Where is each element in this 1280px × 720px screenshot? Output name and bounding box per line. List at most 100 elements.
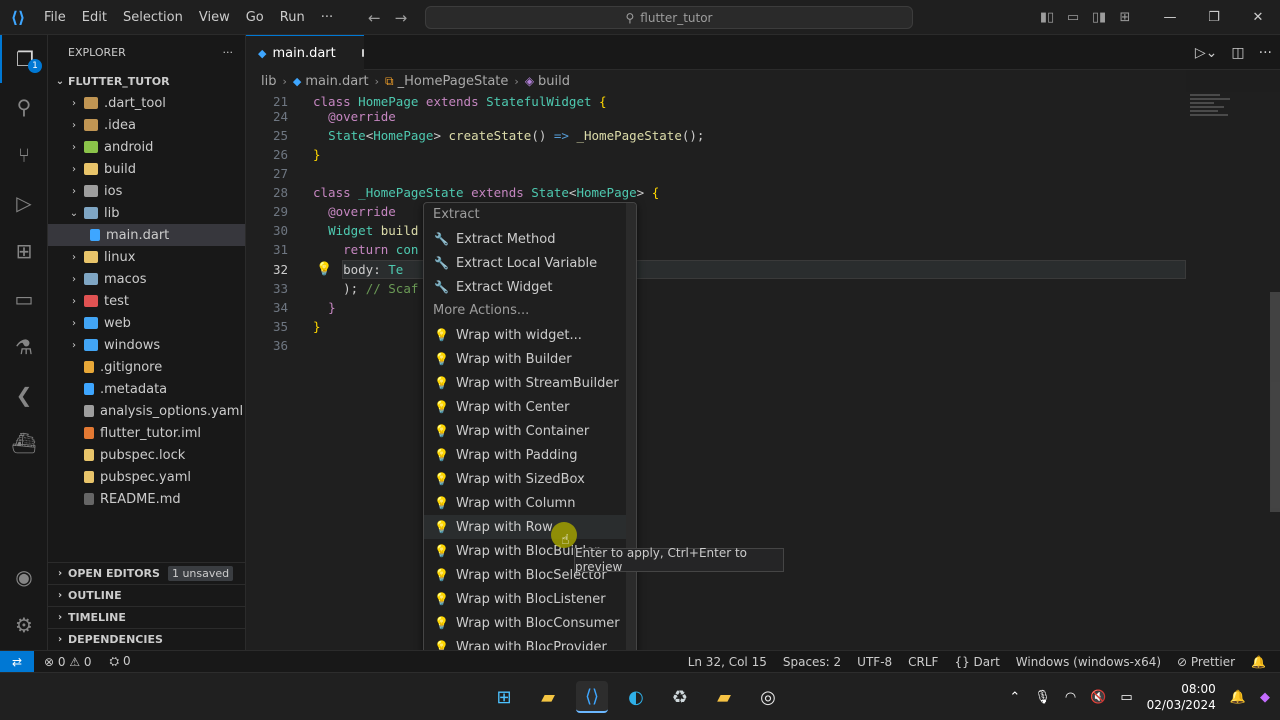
wrap-action-item[interactable]: 💡 Wrap with BlocConsumer <box>424 611 636 635</box>
folder-item[interactable]: › test <box>48 290 245 312</box>
docker-icon[interactable]: ⛴ <box>0 419 48 467</box>
outline-section[interactable]: › OUTLINE <box>48 584 246 606</box>
tab-main-dart[interactable]: ◆ main.dart <box>246 35 364 70</box>
edge-browser-icon[interactable]: ◐ <box>620 681 652 713</box>
target-platform[interactable]: Windows (windows-x64) <box>1016 655 1161 669</box>
file-item[interactable]: pubspec.yaml <box>48 466 245 488</box>
file-item[interactable]: .gitignore <box>48 356 245 378</box>
explorer-icon[interactable]: ❐ 1 <box>0 35 48 83</box>
extract-action-item[interactable]: 🔧 Extract Method <box>424 227 636 251</box>
settings-gear-icon[interactable]: ⚙ <box>0 601 48 649</box>
folder-item[interactable]: › .idea <box>48 114 245 136</box>
menu-item[interactable]: ··· <box>313 0 341 35</box>
encoding[interactable]: UTF-8 <box>857 655 892 669</box>
folder-app-icon[interactable]: ▰ <box>708 681 740 713</box>
accounts-icon[interactable]: ◉ <box>0 553 48 601</box>
folder-item[interactable]: › android <box>48 136 245 158</box>
toggle-secondary-sidebar-icon[interactable]: ▯▮ <box>1086 0 1112 35</box>
remote-explorer-icon[interactable]: ▭ <box>0 275 48 323</box>
forward-arrow-icon[interactable]: → <box>395 9 408 27</box>
wrap-action-item[interactable]: 💡 Wrap with Center <box>424 395 636 419</box>
remote-indicator-icon[interactable]: ⇄ <box>0 650 34 673</box>
file-item[interactable]: analysis_options.yaml <box>48 400 245 422</box>
flutter-icon[interactable]: ❮ <box>0 371 48 419</box>
file-item[interactable]: .metadata <box>48 378 245 400</box>
menu-item[interactable]: Run <box>272 0 313 35</box>
editor-scrollbar[interactable] <box>1270 292 1280 512</box>
system-clock[interactable]: 08:00 02/03/2024 <box>1147 681 1216 713</box>
close-window-icon[interactable]: ✕ <box>1236 0 1280 35</box>
open-editors-section[interactable]: › OPEN EDITORS 1 unsaved <box>48 562 246 584</box>
folder-item[interactable]: › macos <box>48 268 245 290</box>
search-view-icon[interactable]: ⚲ <box>0 83 48 131</box>
run-debug-icon[interactable]: ▷ <box>0 179 48 227</box>
wrap-action-item[interactable]: 💡 Wrap with Row <box>424 515 636 539</box>
toggle-sidebar-icon[interactable]: ▮▯ <box>1034 0 1060 35</box>
recycle-bin-icon[interactable]: ♻ <box>664 681 696 713</box>
timeline-section[interactable]: › TIMELINE <box>48 606 246 628</box>
breadcrumb-method[interactable]: build <box>538 74 570 89</box>
volume-muted-icon[interactable]: 🔇 <box>1090 690 1106 705</box>
wrap-action-item[interactable]: 💡 Wrap with Container <box>424 419 636 443</box>
wrap-action-item[interactable]: 💡 Wrap with Padding <box>424 443 636 467</box>
extensions-icon[interactable]: ⊞ <box>0 227 48 275</box>
windows-start-icon[interactable]: ⊞ <box>488 681 520 713</box>
wifi-icon[interactable]: ◠ <box>1065 690 1076 705</box>
tray-chevron-up-icon[interactable]: ⌃ <box>1009 690 1020 705</box>
breadcrumb-lib[interactable]: lib <box>261 74 276 89</box>
problems-count[interactable]: ⊗ 0 ⚠ 0 <box>44 655 92 669</box>
copilot-icon[interactable]: ◆ <box>1260 690 1270 705</box>
back-arrow-icon[interactable]: ← <box>368 9 381 27</box>
breadcrumb-class[interactable]: _HomePageState <box>398 74 509 89</box>
wrap-action-item[interactable]: 💡 Wrap with StreamBuilder <box>424 371 636 395</box>
more-actions-icon[interactable]: ··· <box>223 46 234 59</box>
run-debug-dropdown-icon[interactable]: ▷⌄ <box>1195 45 1218 61</box>
folder-item[interactable]: › .dart_tool <box>48 92 245 114</box>
folder-item[interactable]: › linux <box>48 246 245 268</box>
notification-bell-icon[interactable]: 🔔 <box>1230 690 1246 705</box>
folder-item[interactable]: › build <box>48 158 245 180</box>
wrap-action-item[interactable]: 💡 Wrap with Column <box>424 491 636 515</box>
lightbulb-icon[interactable]: 💡 <box>316 260 332 279</box>
unsaved-dot-icon[interactable] <box>361 49 364 57</box>
microphone-icon[interactable]: 🎙 <box>1034 690 1051 705</box>
indentation[interactable]: Spaces: 2 <box>783 655 841 669</box>
wrap-action-item[interactable]: 💡 Wrap with SizedBox <box>424 467 636 491</box>
minimap[interactable] <box>1190 92 1250 132</box>
file-item[interactable]: flutter_tutor.iml <box>48 422 245 444</box>
cursor-position[interactable]: Ln 32, Col 15 <box>688 655 767 669</box>
line-endings[interactable]: CRLF <box>908 655 938 669</box>
toggle-panel-icon[interactable]: ▭ <box>1060 0 1086 35</box>
menu-item[interactable]: Selection <box>115 0 191 35</box>
folder-item[interactable]: ⌄ lib <box>48 202 245 224</box>
menu-item[interactable]: Edit <box>74 0 115 35</box>
folder-item[interactable]: › ios <box>48 180 245 202</box>
file-explorer-icon[interactable]: ▰ <box>532 681 564 713</box>
menu-item[interactable]: File <box>36 0 74 35</box>
ports-count[interactable]: ⛭ 0 <box>110 654 131 669</box>
command-center-search[interactable]: ⚲ flutter_tutor <box>425 6 913 29</box>
file-item[interactable]: main.dart <box>48 224 245 246</box>
vscode-taskbar-icon[interactable]: ⟨⟩ <box>576 681 608 713</box>
testing-icon[interactable]: ⚗ <box>0 323 48 371</box>
menu-item[interactable]: Go <box>238 0 272 35</box>
menu-scrollbar[interactable] <box>626 203 636 671</box>
obs-record-icon[interactable]: ◎ <box>752 681 784 713</box>
breadcrumb-file[interactable]: main.dart <box>305 74 368 89</box>
minimize-icon[interactable]: — <box>1148 0 1192 35</box>
file-item[interactable]: README.md <box>48 488 245 510</box>
menu-item[interactable]: View <box>191 0 238 35</box>
more-editor-actions-icon[interactable]: ··· <box>1259 45 1272 61</box>
customize-layout-icon[interactable]: ⊞ <box>1112 0 1138 35</box>
source-control-icon[interactable]: ⑂ <box>0 131 48 179</box>
file-item[interactable]: pubspec.lock <box>48 444 245 466</box>
extract-action-item[interactable]: 🔧 Extract Local Variable <box>424 251 636 275</box>
split-editor-icon[interactable]: ◫ <box>1231 45 1244 61</box>
language-mode[interactable]: {} Dart <box>954 655 999 669</box>
folder-item[interactable]: › web <box>48 312 245 334</box>
folder-item[interactable]: › windows <box>48 334 245 356</box>
notifications-bell-icon[interactable]: 🔔 <box>1251 655 1266 669</box>
wrap-action-item[interactable]: 💡 Wrap with Builder <box>424 347 636 371</box>
wrap-action-item[interactable]: 💡 Wrap with BlocListener <box>424 587 636 611</box>
restore-icon[interactable]: ❐ <box>1192 0 1236 35</box>
